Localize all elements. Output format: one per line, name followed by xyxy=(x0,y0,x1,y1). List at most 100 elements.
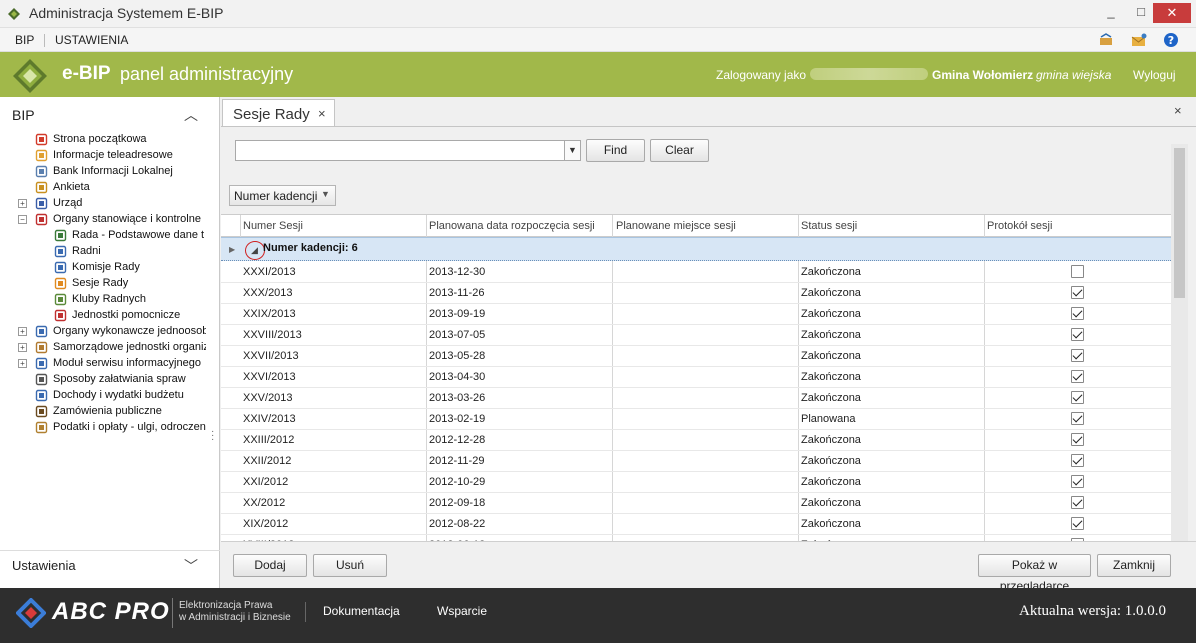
protocol-checkbox[interactable] xyxy=(1071,370,1084,383)
table-row[interactable]: XXVIII/2013 2013-07-05 Zakończona xyxy=(221,325,1171,346)
sidebar-item[interactable]: Ankieta xyxy=(0,180,206,196)
column-header-status[interactable]: Status sesji xyxy=(801,220,857,232)
group-row[interactable]: ▶ ◢ Numer kadencji: 6 xyxy=(221,237,1171,261)
sidebar-item[interactable]: + Urząd xyxy=(0,196,206,212)
sidebar-settings-title[interactable]: Ustawienia xyxy=(12,558,76,573)
table-row[interactable]: XXI/2012 2012-10-29 Zakończona xyxy=(221,472,1171,493)
table-row[interactable]: XXX/2013 2013-11-26 Zakończona xyxy=(221,283,1171,304)
sidebar-item[interactable]: Jednostki pomocnicze xyxy=(0,308,206,324)
app-header: e-BIP panel administracyjny Zalogowany j… xyxy=(0,52,1196,97)
search-combobox[interactable]: ▼ xyxy=(235,140,581,161)
close-tab-icon[interactable]: × xyxy=(318,106,326,121)
scrollbar-thumb[interactable] xyxy=(1174,148,1185,298)
protocol-checkbox[interactable] xyxy=(1071,391,1084,404)
minimize-button[interactable]: _ xyxy=(1096,0,1126,24)
expand-icon[interactable]: + xyxy=(18,343,27,352)
sidebar-item[interactable]: Kluby Radnych xyxy=(0,292,206,308)
column-header-date[interactable]: Planowana data rozpoczęcia sesji xyxy=(429,220,595,232)
support-link[interactable]: Wsparcie xyxy=(437,604,487,618)
add-button[interactable]: Dodaj xyxy=(233,554,307,577)
table-row[interactable]: XX/2012 2012-09-18 Zakończona xyxy=(221,493,1171,514)
sidebar-item[interactable]: Komisje Rady xyxy=(0,260,206,276)
splitter-handle[interactable]: · · · xyxy=(211,427,214,445)
session-status-cell: Zakończona xyxy=(801,329,861,341)
mail-icon[interactable] xyxy=(1131,32,1147,48)
sidebar-item[interactable]: Strona początkowa xyxy=(0,132,206,148)
expand-icon[interactable]: + xyxy=(18,327,27,336)
table-row[interactable]: XXIII/2012 2012-12-28 Zakończona xyxy=(221,430,1171,451)
expand-icon[interactable]: + xyxy=(18,359,27,368)
sidebar-item[interactable]: Dochody i wydatki budżetu xyxy=(0,388,206,404)
sidebar-item[interactable]: + Organy wykonawcze jednoosob xyxy=(0,324,206,340)
sidebar-item-label: Organy wykonawcze jednoosob xyxy=(53,325,206,337)
column-header-number[interactable]: Numer Sesji xyxy=(243,220,303,232)
find-button[interactable]: Find xyxy=(586,139,645,162)
vertical-scrollbar[interactable] xyxy=(1171,144,1188,541)
chevron-down-icon[interactable]: ▼ xyxy=(321,189,330,199)
menu-bip[interactable]: BIP xyxy=(15,33,34,47)
sidebar-item[interactable]: Bank Informacji Lokalnej xyxy=(0,164,206,180)
chevron-down-icon[interactable]: ▼ xyxy=(564,141,580,160)
building-icon xyxy=(35,197,48,210)
table-row[interactable]: XXXI/2013 2013-12-30 Zakończona xyxy=(221,262,1171,283)
sync-icon[interactable] xyxy=(1098,32,1114,48)
protocol-checkbox[interactable] xyxy=(1071,517,1084,530)
sidebar-item[interactable]: Rada - Podstawowe dane t xyxy=(0,228,206,244)
sidebar-item[interactable]: Zamówienia publiczne xyxy=(0,404,206,420)
table-row[interactable]: XXV/2013 2013-03-26 Zakończona xyxy=(221,388,1171,409)
session-status-cell: Zakończona xyxy=(801,497,861,509)
search-input[interactable] xyxy=(236,141,561,160)
protocol-checkbox[interactable] xyxy=(1071,328,1084,341)
show-in-browser-button[interactable]: Pokaż w przeglądarce xyxy=(978,554,1091,593)
session-status-cell: Zakończona xyxy=(801,266,861,278)
column-header-place[interactable]: Planowane miejsce sesji xyxy=(616,220,736,232)
sidebar-item[interactable]: Sesje Rady xyxy=(0,276,206,292)
protocol-checkbox[interactable] xyxy=(1071,286,1084,299)
protocol-checkbox[interactable] xyxy=(1071,265,1084,278)
help-icon[interactable]: ? xyxy=(1163,32,1179,48)
table-row[interactable]: XXIV/2013 2013-02-19 Planowana xyxy=(221,409,1171,430)
collapse-icon[interactable]: − xyxy=(18,215,27,224)
protocol-checkbox[interactable] xyxy=(1071,412,1084,425)
documentation-link[interactable]: Dokumentacja xyxy=(323,604,400,618)
protocol-checkbox[interactable] xyxy=(1071,433,1084,446)
sidebar-item[interactable]: Informacje teleadresowe xyxy=(0,148,206,164)
chevron-down-icon[interactable]: ﹀ xyxy=(184,556,198,576)
close-button[interactable]: Zamknij xyxy=(1097,554,1171,577)
menu-ustawienia[interactable]: USTAWIENIA xyxy=(55,33,128,47)
maximize-button[interactable]: □ xyxy=(1126,0,1156,24)
table-row[interactable]: XXII/2012 2012-11-29 Zakończona xyxy=(221,451,1171,472)
protocol-checkbox[interactable] xyxy=(1071,496,1084,509)
logout-link[interactable]: Wyloguj xyxy=(1133,68,1176,82)
chevron-up-icon[interactable]: ︿ xyxy=(184,105,198,125)
tab-sesje-rady[interactable]: Sesje Rady × xyxy=(222,99,335,127)
close-window-button[interactable]: ✕ xyxy=(1153,3,1191,23)
table-row[interactable]: XXVII/2013 2013-05-28 Zakończona xyxy=(221,346,1171,367)
session-status-cell: Zakończona xyxy=(801,518,861,530)
sidebar-item[interactable]: − Organy stanowiące i kontrolne xyxy=(0,212,206,228)
table-row[interactable]: XXVI/2013 2013-04-30 Zakończona xyxy=(221,367,1171,388)
sidebar-item[interactable]: Radni xyxy=(0,244,206,260)
group-by-chip[interactable]: Numer kadencji ▼ xyxy=(229,185,336,206)
sidebar-item[interactable]: + Moduł serwisu informacyjnego xyxy=(0,356,206,372)
clear-button[interactable]: Clear xyxy=(650,139,709,162)
remove-button[interactable]: Usuń xyxy=(313,554,387,577)
sidebar-item[interactable]: Sposoby załatwiania spraw xyxy=(0,372,206,388)
table-row[interactable]: XXIX/2013 2013-09-19 Zakończona xyxy=(221,304,1171,325)
protocol-checkbox[interactable] xyxy=(1071,454,1084,467)
sidebar-item-label: Sposoby załatwiania spraw xyxy=(53,373,186,385)
protocol-checkbox[interactable] xyxy=(1071,349,1084,362)
expand-icon[interactable]: + xyxy=(18,199,27,208)
sidebar-item-label: Dochody i wydatki budżetu xyxy=(53,389,184,401)
session-status-cell: Zakończona xyxy=(801,287,861,299)
brand-name: e-BIP xyxy=(62,63,111,84)
sidebar-item[interactable]: + Samorządowe jednostki organiz xyxy=(0,340,206,356)
sidebar-item[interactable]: Podatki i opłaty - ulgi, odroczen xyxy=(0,420,206,436)
table-row[interactable]: XIX/2012 2012-08-22 Zakończona xyxy=(221,514,1171,535)
session-date-cell: 2013-05-28 xyxy=(429,350,486,362)
protocol-checkbox[interactable] xyxy=(1071,307,1084,320)
column-header-protocol[interactable]: Protokół sesji xyxy=(987,220,1052,232)
collapse-group-icon[interactable]: ◢ xyxy=(245,241,265,260)
protocol-checkbox[interactable] xyxy=(1071,475,1084,488)
close-panel-icon[interactable]: × xyxy=(1174,103,1182,118)
